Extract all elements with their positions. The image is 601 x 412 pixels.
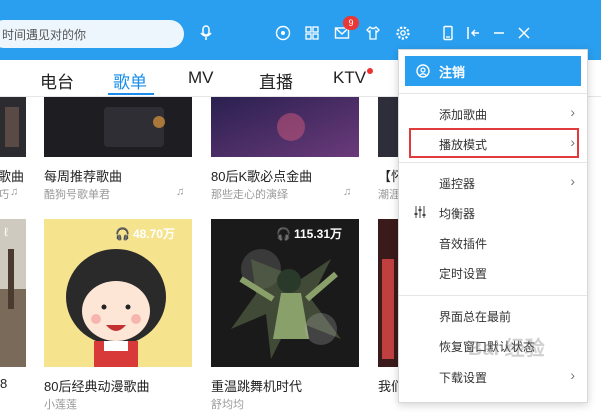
skin-shirt-icon[interactable] bbox=[362, 22, 384, 44]
tab-playlist[interactable]: 歌单 bbox=[113, 68, 147, 93]
play-count: 🎧 48.70万 bbox=[115, 226, 175, 242]
tab-ktv[interactable]: KTV bbox=[333, 68, 366, 88]
playlist-play-icon[interactable]: ♫ bbox=[10, 186, 18, 198]
active-tab-underline bbox=[108, 93, 154, 95]
playlist-title[interactable]: 80后K歌必点金曲 bbox=[211, 166, 312, 185]
settings-gear-icon[interactable] bbox=[392, 22, 414, 44]
playlist-author[interactable]: 舒均均 bbox=[211, 396, 244, 412]
minimize-icon[interactable] bbox=[488, 22, 510, 44]
menu-item-label: 下载设置 bbox=[439, 371, 488, 385]
chevron-right-icon: › bbox=[570, 173, 575, 189]
tab-mv[interactable]: MV bbox=[188, 68, 214, 88]
menu-item-label: 定时设置 bbox=[439, 267, 488, 281]
playlist-title[interactable]: 每周推荐歌曲 bbox=[44, 166, 122, 185]
menu-item-always-on-top[interactable]: 界面总在最前 bbox=[399, 300, 587, 330]
menu-item-label: 添加歌曲 bbox=[439, 108, 488, 122]
close-icon[interactable] bbox=[513, 22, 535, 44]
mini-mode-icon[interactable] bbox=[462, 22, 484, 44]
chevron-right-icon: › bbox=[570, 104, 575, 120]
phone-icon[interactable] bbox=[437, 22, 459, 44]
playlist-cover-partial[interactable] bbox=[378, 97, 398, 157]
playlist-author[interactable]: 小莲莲 bbox=[44, 396, 77, 412]
search-input[interactable] bbox=[0, 26, 184, 42]
mail-badge: 9 bbox=[343, 16, 359, 30]
playlist-title[interactable]: 重温跳舞机时代 bbox=[211, 376, 302, 395]
tab-live[interactable]: 直播 bbox=[259, 68, 293, 93]
playlist-cover-partial[interactable] bbox=[378, 219, 398, 367]
menu-item-add-songs[interactable]: 添加歌曲 › bbox=[399, 98, 587, 128]
playlist-title-partial[interactable]: 我们 bbox=[378, 376, 398, 395]
playlist-title-partial[interactable]: 8 bbox=[0, 376, 7, 391]
playlist-play-icon[interactable]: ♫ bbox=[176, 186, 184, 198]
highlight-annotation-box bbox=[409, 128, 579, 158]
tab-radio[interactable]: 电台 bbox=[40, 68, 74, 93]
menu-item-label: 遥控器 bbox=[439, 177, 476, 191]
menu-item-equalizer[interactable]: 均衡器 bbox=[399, 197, 587, 227]
power-icon bbox=[415, 63, 431, 79]
watermark: Bai 经验 bbox=[468, 338, 545, 360]
playlist-title[interactable]: 80后经典动漫歌曲 bbox=[44, 376, 149, 395]
menu-item-timer-settings[interactable]: 定时设置 bbox=[399, 257, 587, 287]
playlist-cover-partial[interactable]: ℓ bbox=[0, 219, 26, 367]
grid-icon[interactable] bbox=[301, 22, 323, 44]
menu-divider bbox=[399, 93, 587, 94]
headphone-icon: 🎧 bbox=[115, 226, 130, 241]
menu-item-label: 界面总在最前 bbox=[439, 310, 512, 324]
playlist-title-partial[interactable]: 歌曲 bbox=[0, 166, 24, 185]
play-count: 🎧 115.31万 bbox=[276, 226, 342, 242]
playlist-cover[interactable] bbox=[211, 97, 359, 157]
target-icon[interactable] bbox=[272, 22, 294, 44]
logout-menu-item[interactable]: 注销 bbox=[405, 56, 581, 86]
playlist-author[interactable]: 那些走心的演绎 bbox=[211, 186, 288, 202]
menu-item-remote-control[interactable]: 遥控器 › bbox=[399, 167, 587, 197]
playlist-author-partial[interactable]: 潮涯 bbox=[378, 186, 400, 202]
mic-icon[interactable] bbox=[195, 22, 217, 44]
menu-item-sound-plugins[interactable]: 音效插件 bbox=[399, 227, 587, 257]
menu-divider bbox=[399, 162, 587, 163]
playlist-author[interactable]: 酷狗号歌单君 bbox=[44, 186, 110, 202]
ktv-new-dot bbox=[367, 68, 373, 74]
playlist-cover-partial[interactable] bbox=[0, 97, 26, 157]
playlist-cover[interactable] bbox=[44, 97, 192, 157]
mail-icon[interactable]: 9 bbox=[331, 16, 359, 44]
menu-item-label: 音效插件 bbox=[439, 237, 488, 251]
menu-divider bbox=[399, 295, 587, 296]
menu-item-label: 均衡器 bbox=[439, 207, 476, 221]
equalizer-icon bbox=[413, 205, 427, 219]
chevron-right-icon: › bbox=[570, 367, 575, 383]
logout-label: 注销 bbox=[439, 64, 466, 80]
menu-item-download-settings[interactable]: 下载设置 › bbox=[399, 361, 587, 391]
playlist-play-icon[interactable]: ♫ bbox=[343, 186, 351, 198]
headphone-icon: 🎧 bbox=[276, 226, 291, 241]
search-box[interactable] bbox=[0, 20, 184, 48]
